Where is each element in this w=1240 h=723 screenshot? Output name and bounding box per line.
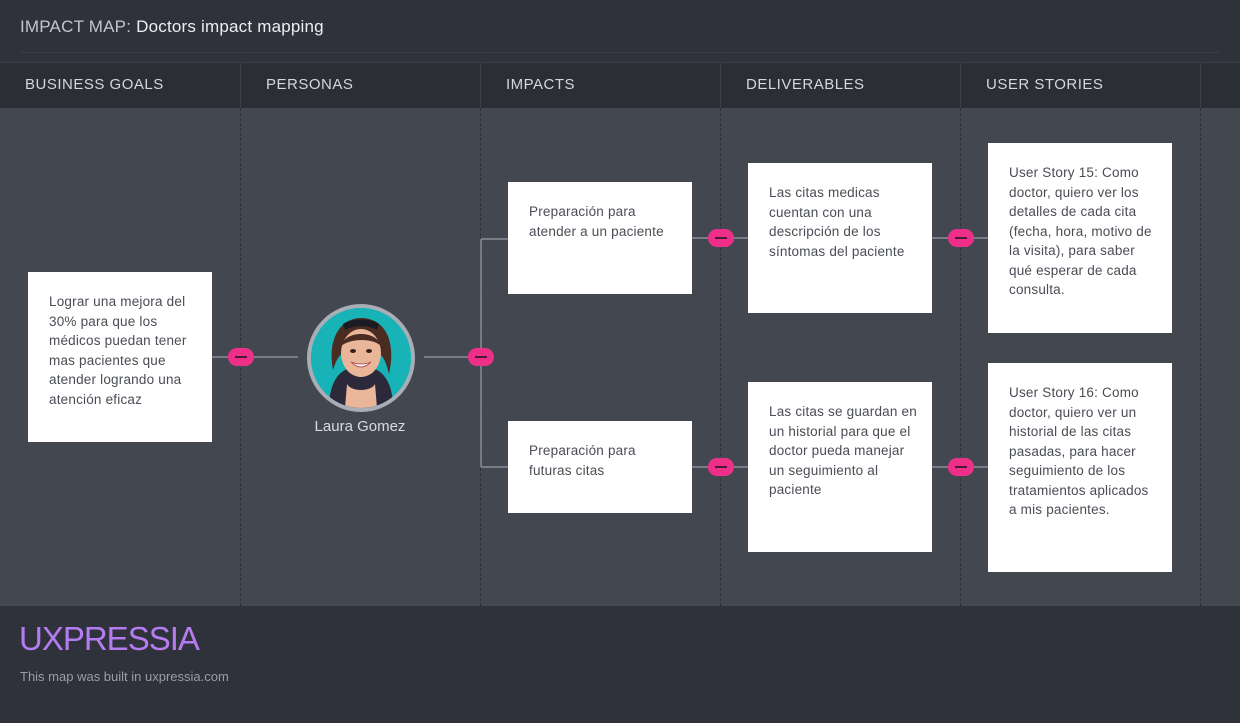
persona-photo-icon <box>311 308 411 408</box>
footer: UXPRESSIA This map was built in uxpressi… <box>0 606 1240 723</box>
collapse-toggle-icon[interactable] <box>708 458 734 476</box>
impact-card[interactable]: Preparación para futuras citas <box>508 421 692 513</box>
collapse-toggle-icon[interactable] <box>948 458 974 476</box>
collapse-toggle-icon[interactable] <box>948 229 974 247</box>
collapse-toggle-icon[interactable] <box>228 348 254 366</box>
deliverable-card[interactable]: Las citas medicas cuentan con una descri… <box>748 163 932 313</box>
business-goal-card[interactable]: Lograr una mejora del 30% para que los m… <box>28 272 212 442</box>
deliverable-card[interactable]: Las citas se guardan en un historial par… <box>748 382 932 552</box>
impact-card[interactable]: Preparación para atender a un paciente <box>508 182 692 294</box>
footer-credit[interactable]: This map was built in uxpressia.com <box>20 669 229 684</box>
persona-name[interactable]: Laura Gomez <box>300 418 420 435</box>
collapse-toggle-icon[interactable] <box>708 229 734 247</box>
persona-avatar[interactable] <box>307 304 415 412</box>
user-story-card[interactable]: User Story 15: Como doctor, quiero ver l… <box>988 143 1172 333</box>
uxpressia-logo[interactable]: UXPRESSIA <box>19 620 200 658</box>
user-story-card[interactable]: User Story 16: Como doctor, quiero ver u… <box>988 363 1172 572</box>
collapse-toggle-icon[interactable] <box>468 348 494 366</box>
